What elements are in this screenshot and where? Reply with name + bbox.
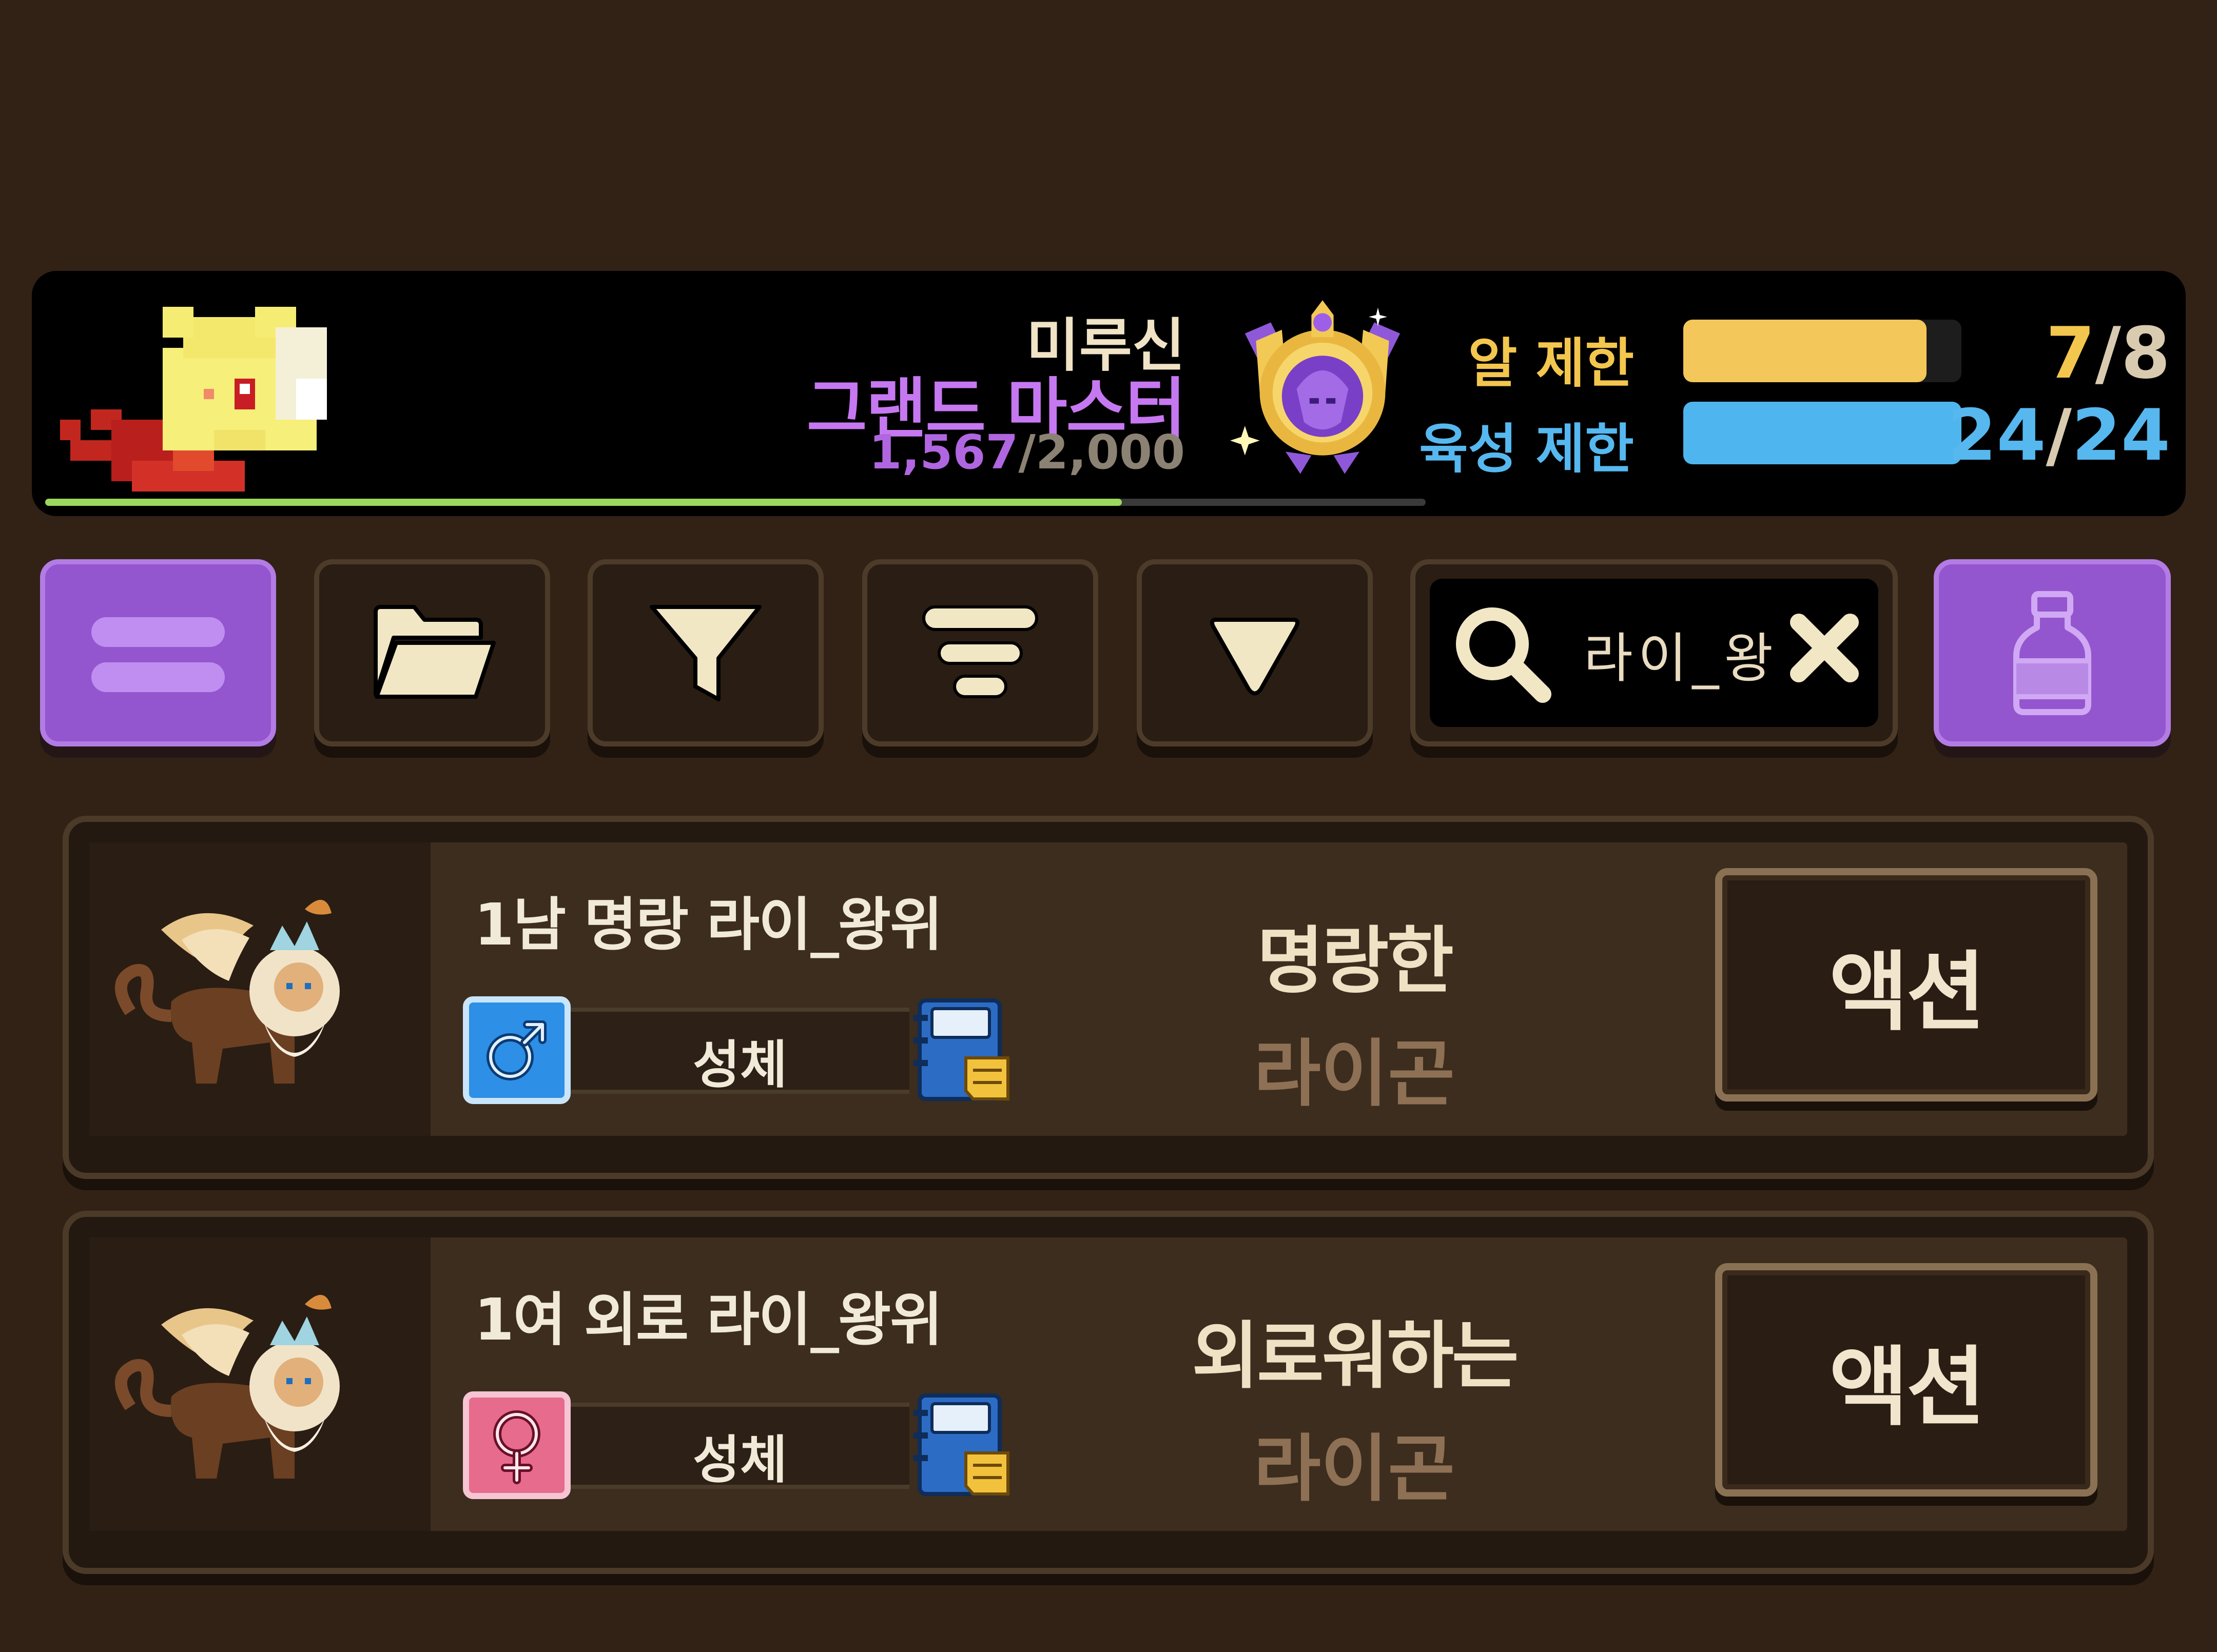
personality-trait: 명랑한	[1257, 919, 1454, 1004]
filter-button[interactable]	[588, 559, 824, 746]
creature-portrait[interactable]	[89, 1237, 431, 1531]
menu-button[interactable]	[40, 559, 276, 746]
egg-limit-bar-fill	[1683, 320, 1927, 382]
list-item-panel: 1남 명랑 라이_왕위 성체 명랑한 라이곤 액션	[89, 842, 2127, 1136]
egg-limit-bar	[1683, 320, 1961, 382]
personality-trait: 외로워하는	[1192, 1314, 1519, 1399]
growth-limit-slash: /	[2046, 394, 2072, 477]
exp-separator: /	[1018, 425, 1036, 480]
menu-icon	[91, 617, 225, 692]
search-icon	[1456, 607, 1551, 703]
potion-icon	[2013, 591, 2091, 715]
gender-badge	[463, 996, 571, 1104]
search-input[interactable]: 라이_왕	[1584, 615, 1778, 692]
list-item-panel: 1여 외로 라이_왕위 성체 외로워하는 라이곤 액션	[89, 1237, 2127, 1531]
folder-button[interactable]	[314, 559, 550, 746]
sort-button[interactable]	[862, 559, 1098, 746]
action-button-label: 액션	[1829, 1337, 1986, 1438]
egg-limit-max: 8	[2121, 312, 2170, 395]
growth-stage: 성체	[571, 1008, 909, 1095]
exp-current: 1,567	[869, 425, 1019, 480]
growth-stage-label: 성체	[693, 1430, 787, 1490]
male-icon	[487, 1020, 547, 1080]
folder-icon	[374, 604, 496, 699]
lion-griffin-icon	[114, 1294, 340, 1479]
growth-stage-label: 성체	[693, 1035, 787, 1095]
gender-badge	[463, 1391, 571, 1499]
notebook-icon[interactable]	[909, 1391, 1012, 1499]
experience-counter: 1,567/2,000	[869, 425, 1185, 480]
egg-limit-label: 알 제한	[1468, 332, 1634, 395]
action-button[interactable]: 액션	[1715, 1263, 2097, 1497]
growth-stage: 성체	[571, 1403, 909, 1490]
list-item[interactable]: 1여 외로 라이_왕위 성체 외로워하는 라이곤 액션	[63, 1211, 2154, 1574]
species-name: 라이곤	[1254, 1427, 1455, 1511]
player-avatar[interactable]	[60, 297, 368, 502]
creature-portrait[interactable]	[89, 842, 431, 1136]
growth-limit-bar	[1683, 402, 1961, 464]
notebook-icon[interactable]	[909, 996, 1012, 1104]
sort-icon	[922, 605, 1038, 698]
growth-limit-bar-fill	[1683, 402, 1961, 464]
dropdown-triangle-icon	[1210, 617, 1300, 695]
exp-max: 2,000	[1035, 425, 1185, 480]
lion-griffin-icon	[114, 899, 340, 1084]
creature-name: 1여 외로 라이_왕위	[474, 1287, 943, 1353]
experience-bar	[45, 499, 1426, 506]
potion-button[interactable]	[1934, 559, 2171, 746]
experience-bar-fill	[45, 499, 1122, 506]
species-name: 라이곤	[1254, 1032, 1455, 1116]
growth-limit-value: 24/24	[1948, 394, 2171, 477]
growth-limit-max: 24	[2071, 394, 2170, 477]
action-button-label: 액션	[1829, 942, 1986, 1043]
close-icon[interactable]	[1786, 609, 1863, 686]
growth-limit-label: 육성 제한	[1419, 418, 1634, 480]
list-item[interactable]: 1남 명랑 라이_왕위 성체 명랑한 라이곤 액션	[63, 816, 2154, 1179]
female-icon	[493, 1410, 540, 1484]
action-button[interactable]: 액션	[1715, 868, 2097, 1102]
egg-limit-current: 7	[2046, 312, 2095, 395]
egg-limit-slash: /	[2095, 312, 2121, 395]
filter-icon	[650, 604, 762, 701]
growth-limit-current: 24	[1947, 394, 2046, 477]
search-box[interactable]: 라이_왕	[1410, 559, 1898, 746]
creature-name: 1남 명랑 라이_왕위	[474, 892, 943, 958]
order-toggle-button[interactable]	[1137, 559, 1373, 746]
profile-header: 미루신 그랜드 마스터 1,567/2,000 알 제한 육성 제한 7/8 2…	[32, 271, 2186, 516]
rank-badge-icon	[1230, 300, 1401, 474]
egg-limit-value: 7/8	[2046, 312, 2170, 395]
search-field[interactable]: 라이_왕	[1430, 579, 1878, 727]
